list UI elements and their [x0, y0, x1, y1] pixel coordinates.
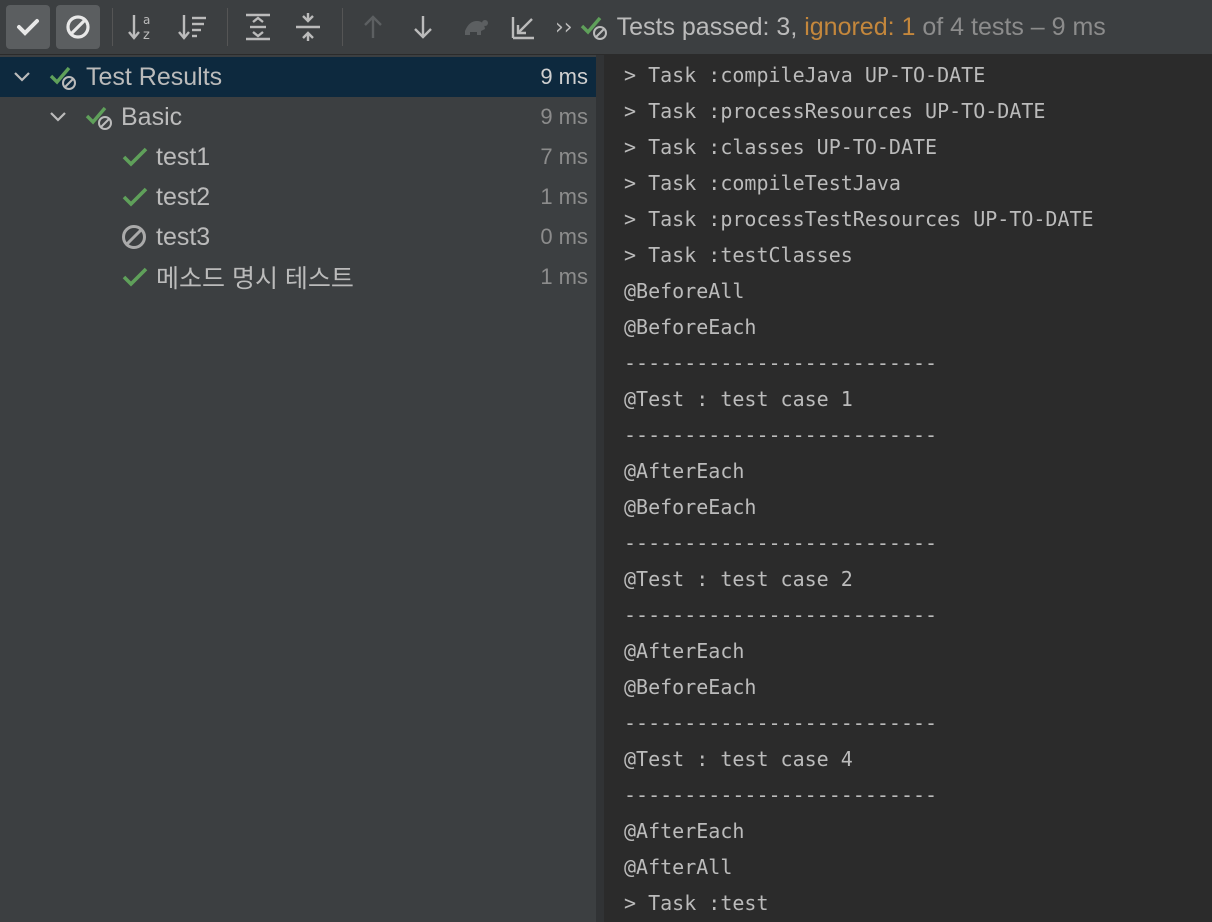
- console-line: > Task :test: [624, 891, 769, 915]
- tree-node-time: 9 ms: [540, 104, 588, 129]
- arrow-up-icon: [364, 15, 382, 38]
- console-line: --------------------------: [624, 531, 938, 555]
- tree-node-suite[interactable]: Basic 9 ms: [0, 97, 596, 137]
- console-line: @AfterEach: [624, 639, 745, 663]
- ignored-count-text: ignored: 1: [804, 12, 916, 41]
- sort-by-duration-button[interactable]: [171, 5, 215, 49]
- collapse-all-icon: [296, 13, 320, 41]
- test-status-summary: Tests passed: 3, ignored: 1 of 4 tests –…: [617, 13, 1106, 42]
- expand-all-button[interactable]: [236, 5, 280, 49]
- checkmark-icon: [17, 19, 39, 36]
- tree-node-time: 7 ms: [540, 144, 588, 169]
- panel-splitter[interactable]: [596, 55, 604, 922]
- tree-node-test[interactable]: test2 1 ms: [0, 177, 596, 217]
- total-tests-text: of 4 tests –: [922, 12, 1045, 41]
- previous-failed-button[interactable]: [351, 5, 395, 49]
- console-line: > Task :compileJava UP-TO-DATE: [624, 63, 986, 87]
- console-line: > Task :testClasses: [624, 243, 853, 267]
- total-time-text: 9 ms: [1051, 12, 1106, 41]
- passed-check-icon: [120, 262, 150, 292]
- console-line: @AfterEach: [624, 819, 745, 843]
- expand-all-icon: [246, 13, 270, 41]
- arrow-down-left-icon: [511, 17, 534, 40]
- test-runner-toolbar: az ›› Tests passed: 3, ignored: 1 of 4 t…: [0, 0, 1212, 55]
- tree-node-label: test2: [156, 182, 211, 211]
- console-line: > Task :classes UP-TO-DATE: [624, 135, 938, 159]
- tree-node-test[interactable]: test3 0 ms: [0, 217, 596, 257]
- svg-text:a: a: [143, 13, 150, 27]
- passed-with-ignored-icon: [48, 62, 78, 92]
- chevron-down-icon[interactable]: [10, 65, 34, 89]
- console-line: @Test : test case 2: [624, 567, 853, 591]
- tree-node-label: Basic: [121, 102, 183, 131]
- svg-text:z: z: [143, 28, 150, 43]
- chevron-down-icon[interactable]: [46, 105, 70, 129]
- passed-check-icon: [120, 142, 150, 172]
- console-line: --------------------------: [624, 603, 938, 627]
- console-line: @Test : test case 4: [624, 747, 853, 771]
- import-tests-button[interactable]: [451, 5, 495, 49]
- sort-alphabetically-button[interactable]: az: [121, 5, 165, 49]
- passed-with-ignored-icon: [580, 16, 607, 40]
- toolbar-separator: [112, 8, 113, 46]
- console-line: --------------------------: [624, 423, 938, 447]
- tree-node-time: 0 ms: [540, 224, 588, 249]
- passed-count-text: Tests passed: 3,: [616, 12, 798, 41]
- export-tests-button[interactable]: [501, 5, 545, 49]
- console-line: --------------------------: [624, 351, 938, 375]
- tree-node-label: 메소드 명시 테스트: [156, 265, 354, 293]
- console-output[interactable]: > Task :compileJava UP-TO-DATE > Task :p…: [604, 55, 1212, 922]
- test-results-tree: Test Results 9 ms Basic 9 ms test1 7 ms …: [0, 55, 596, 922]
- console-line: @Test : test case 1: [624, 387, 853, 411]
- tree-node-label: Test Results: [86, 62, 223, 91]
- toolbar-separator: [342, 8, 343, 46]
- console-line: @BeforeEach: [624, 315, 757, 339]
- circle-slash-icon: [66, 15, 90, 39]
- tree-node-test[interactable]: 메소드 명시 테스트 1 ms: [0, 257, 596, 297]
- console-line: @AfterEach: [624, 459, 745, 483]
- console-line: > Task :processTestResources UP-TO-DATE: [624, 207, 1094, 231]
- passed-check-icon: [120, 182, 150, 212]
- console-line: --------------------------: [624, 711, 938, 735]
- show-ignored-button[interactable]: [56, 5, 100, 49]
- more-actions-chevron[interactable]: ››: [555, 15, 573, 40]
- tree-node-test-results[interactable]: Test Results 9 ms: [0, 57, 596, 97]
- console-line: @BeforeEach: [624, 675, 757, 699]
- console-line: > Task :processResources UP-TO-DATE: [624, 99, 1046, 123]
- tree-node-time: 9 ms: [540, 64, 588, 89]
- console-line: --------------------------: [624, 783, 938, 807]
- next-failed-button[interactable]: [401, 5, 445, 49]
- tree-node-time: 1 ms: [540, 184, 588, 209]
- toolbar-separator: [227, 8, 228, 46]
- console-line: @AfterAll: [624, 855, 733, 879]
- console-line: > Task :compileTestJava: [624, 171, 901, 195]
- console-line: @BeforeEach: [624, 495, 757, 519]
- sort-duration-icon: [178, 15, 206, 40]
- tree-node-time: 1 ms: [540, 264, 588, 289]
- tree-node-label: test3: [156, 222, 211, 251]
- ignored-icon: [119, 222, 149, 252]
- sort-az-icon: az: [128, 13, 150, 43]
- collapse-all-button[interactable]: [286, 5, 330, 49]
- turtle-icon: [461, 20, 488, 35]
- tree-node-label: test1: [156, 142, 211, 171]
- tree-node-test[interactable]: test1 7 ms: [0, 137, 596, 177]
- arrow-down-icon: [414, 16, 432, 39]
- console-line: @BeforeAll: [624, 279, 745, 303]
- passed-with-ignored-icon: [84, 102, 114, 132]
- show-passed-button[interactable]: [6, 5, 50, 49]
